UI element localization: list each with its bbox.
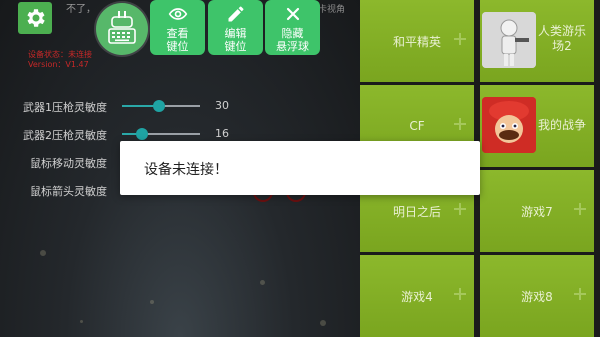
hide-ball-button[interactable]: 隐藏 悬浮球	[265, 0, 320, 55]
game-thumbnail	[482, 97, 536, 153]
add-icon	[454, 288, 466, 300]
background-decoration	[150, 300, 154, 304]
game-tile-game4[interactable]: 游戏4	[360, 255, 474, 337]
dialog-message: 设备未连接！	[144, 162, 228, 178]
slider-label: 鼠标箭头灵敏度	[30, 185, 107, 198]
add-icon	[454, 33, 466, 45]
slider-value: 30	[215, 99, 229, 112]
slider-weapon1[interactable]	[122, 100, 200, 112]
eye-icon	[168, 8, 187, 20]
game-tile-label: 和平精英	[392, 34, 441, 49]
pencil-icon	[228, 6, 243, 22]
background-decoration	[260, 280, 265, 285]
alert-dialog[interactable]: 设备未连接！	[120, 141, 480, 195]
edit-keys-label-line2: 键位	[224, 40, 247, 53]
game-tile-my-war[interactable]: 我的战争	[480, 85, 594, 167]
slider-thumb[interactable]	[152, 100, 165, 112]
top-hint-text: 不了，	[66, 4, 96, 15]
game-thumbnail	[482, 12, 536, 68]
view-keys-button[interactable]: 查看 键位	[150, 0, 205, 55]
add-icon	[454, 203, 466, 215]
slider-weapon2[interactable]	[122, 128, 200, 140]
add-icon	[574, 203, 586, 215]
edit-keys-label-line1: 编辑	[224, 27, 247, 40]
game-tile-label: 游戏4	[401, 289, 433, 304]
game-tile-human-playground[interactable]: 人类游乐场2	[480, 0, 594, 82]
slider-label: 武器1压枪灵敏度	[23, 101, 107, 114]
add-icon	[454, 118, 466, 130]
game-tile-peace-elite[interactable]: 和平精英	[360, 0, 474, 82]
game-tile-label: 游戏7	[521, 204, 553, 219]
background-decoration	[80, 320, 83, 323]
settings-button[interactable]	[18, 2, 52, 34]
top-hint-right-text: 卡视角	[318, 5, 346, 15]
slider-weapon1-row: 武器1压枪灵敏度 30	[0, 96, 360, 116]
close-icon	[286, 7, 299, 21]
game-tile-label: 明日之后	[392, 204, 441, 219]
game-tile-label: 游戏8	[521, 289, 553, 304]
background-decoration	[40, 250, 46, 256]
game-tile-label: CF	[409, 119, 425, 133]
slider-value: 16	[215, 127, 229, 140]
game-tile-game8[interactable]: 游戏8	[480, 255, 594, 337]
hide-ball-label-line1: 隐藏	[281, 27, 304, 40]
slider-label: 武器2压枪灵敏度	[23, 129, 107, 142]
hide-ball-label-line2: 悬浮球	[276, 40, 309, 53]
game-tile-label: 我的战争	[537, 118, 586, 132]
view-keys-label-line1: 查看	[166, 27, 189, 40]
version-text: Version：V1.47	[28, 60, 89, 69]
background-decoration	[320, 320, 326, 326]
floating-ball-button[interactable]	[96, 3, 148, 55]
view-keys-label-line2: 键位	[166, 40, 189, 53]
gear-icon	[27, 9, 45, 27]
add-icon	[574, 288, 586, 300]
edit-keys-button[interactable]: 编辑 键位	[208, 0, 263, 55]
keyboard-joystick-icon	[108, 11, 136, 44]
game-tile-label: 人类游乐场2	[537, 24, 586, 53]
slider-thumb[interactable]	[135, 128, 148, 140]
slider-label: 鼠标移动灵敏度	[30, 157, 107, 170]
game-tile-game7[interactable]: 游戏7	[480, 170, 594, 252]
